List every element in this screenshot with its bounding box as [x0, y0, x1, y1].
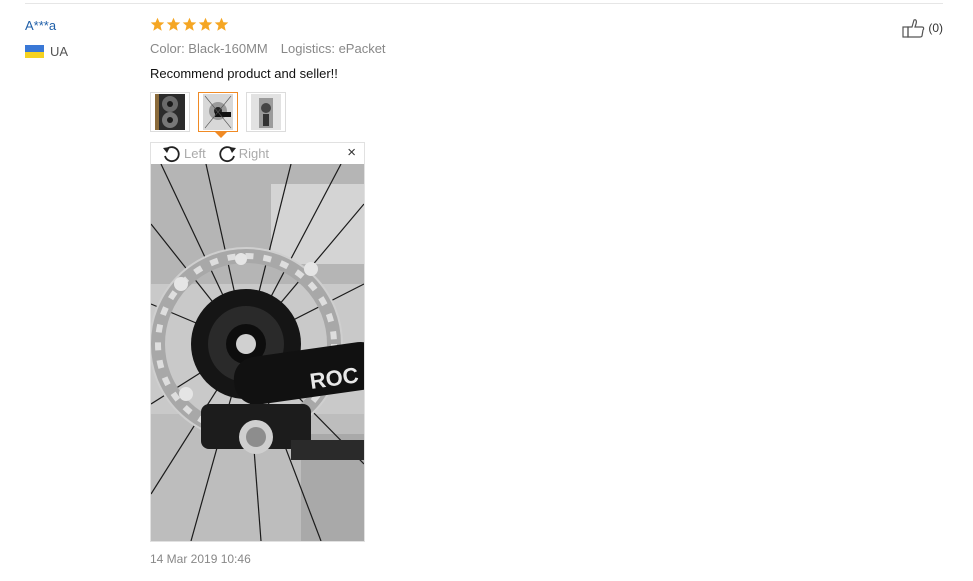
star-icon — [214, 17, 229, 31]
review-text: Recommend product and seller!! — [150, 66, 338, 81]
reviewer-name[interactable]: A***a — [25, 18, 56, 34]
review-item: A***a UA Color: Black-160MM Logistics: e… — [0, 0, 973, 581]
star-icon — [150, 17, 165, 31]
thumbnail-image — [203, 94, 233, 130]
order-info: Color: Black-160MM Logistics: ePacket — [150, 41, 386, 56]
review-date: 14 Mar 2019 10:46 — [150, 552, 251, 566]
rotate-left-button[interactable]: Left — [161, 144, 206, 164]
thumbnail-image — [251, 94, 281, 130]
review-photo-image: ROC — [151, 164, 364, 541]
rotate-right-label: Right — [238, 146, 270, 161]
star-icon — [166, 17, 181, 31]
thumbnail-3[interactable] — [246, 92, 286, 132]
star-rating — [150, 17, 229, 32]
ukraine-flag-icon — [25, 45, 44, 58]
thumbnail-image — [155, 94, 185, 130]
review-photo: ROC — [151, 164, 364, 541]
photo-viewer: Left Right × ROC — [150, 142, 365, 542]
helpful-count: (0) — [928, 21, 943, 35]
rotate-right-icon — [219, 145, 236, 162]
thumbs-up-icon — [902, 19, 925, 38]
photo-thumbnails — [150, 92, 286, 138]
reviewer-country: UA — [25, 44, 68, 59]
rotate-left-icon — [163, 145, 180, 162]
viewer-toolbar: Left Right × — [151, 143, 364, 164]
star-icon — [182, 17, 197, 31]
rotate-left-label: Left — [184, 146, 206, 161]
star-icon — [198, 17, 213, 31]
thumbnail-2[interactable] — [198, 92, 238, 138]
rotate-right-button[interactable]: Right — [216, 144, 269, 164]
color-info: Color: Black-160MM — [150, 41, 268, 56]
divider — [25, 3, 943, 4]
logistics-info: Logistics: ePacket — [280, 41, 386, 56]
country-code: UA — [50, 44, 69, 59]
thumbnail-1[interactable] — [150, 92, 190, 132]
close-icon[interactable]: × — [347, 145, 356, 161]
helpful-button[interactable]: (0) — [902, 18, 943, 38]
